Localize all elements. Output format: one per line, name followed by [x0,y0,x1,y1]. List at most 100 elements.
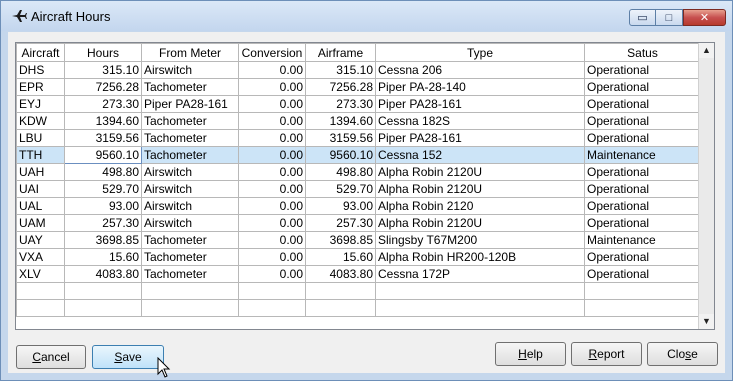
cell-type[interactable]: Piper PA28-161 [375,95,585,113]
aircraft-hours-grid[interactable]: Aircraft Hours From Meter Conversion Air… [15,42,715,330]
table-row[interactable]: TTH 9560.10 Tachometer 0.00 9560.10 Cessna 15… [16,146,701,164]
cell-type[interactable]: Cessna 182S [375,112,585,130]
column-header-conversion[interactable]: Conversion [238,43,306,62]
cell-airframe[interactable]: 7256.28 [305,78,376,96]
table-row[interactable]: EPR 7256.28 Tachometer 0.00 7256.28 Piper PA-… [16,78,701,96]
column-header-hours[interactable]: Hours [64,43,142,62]
cell-conversion[interactable]: 0.00 [238,78,306,96]
cell-aircraft[interactable]: XLV [16,265,65,283]
cell-type[interactable]: Alpha Robin 2120 [375,197,585,215]
cell-hours[interactable]: 498.80 [64,163,142,181]
table-row[interactable]: LBU 3159.56 Tachometer 0.00 3159.56 Piper PA2… [16,129,701,147]
column-header-status[interactable]: Satus [584,43,701,62]
cell-status[interactable]: Operational [584,180,701,198]
cell-aircraft[interactable]: DHS [16,61,65,79]
cell-hours[interactable]: 3698.85 [64,231,142,249]
empty-cell[interactable] [16,282,65,300]
minimize-button[interactable]: ▭ [629,9,656,26]
cell-status[interactable]: Operational [584,214,701,232]
empty-cell[interactable] [305,282,376,300]
column-header-from-meter[interactable]: From Meter [141,43,239,62]
maximize-button[interactable]: □ [656,9,683,26]
cell-conversion[interactable]: 0.00 [238,231,306,249]
cell-from-meter[interactable]: Tachometer [141,78,239,96]
cell-conversion[interactable]: 0.00 [238,61,306,79]
cell-hours[interactable]: 257.30 [64,214,142,232]
table-row[interactable]: EYJ 273.30 Piper PA28-161 0.00 273.30 Piper P… [16,95,701,113]
cell-type[interactable]: Cessna 152 [375,146,585,164]
cell-type[interactable]: Alpha Robin 2120U [375,180,585,198]
report-button[interactable]: Report [571,342,642,366]
cell-airframe[interactable]: 1394.60 [305,112,376,130]
vertical-scrollbar[interactable]: ▲ ▼ [698,43,714,329]
cell-from-meter[interactable]: Tachometer [141,265,239,283]
cell-from-meter[interactable]: Tachometer [141,112,239,130]
empty-cell[interactable] [584,282,701,300]
cell-airframe[interactable]: 15.60 [305,248,376,266]
cell-status[interactable]: Operational [584,95,701,113]
cell-from-meter[interactable]: Tachometer [141,129,239,147]
cell-status[interactable]: Maintenance [584,231,701,249]
cell-airframe[interactable]: 9560.10 [305,146,376,164]
table-row[interactable]: UAM 257.30 Airswitch 0.00 257.30 Alpha Robin … [16,214,701,232]
cell-from-meter[interactable]: Airswitch [141,214,239,232]
cell-conversion[interactable]: 0.00 [238,95,306,113]
cell-airframe[interactable]: 498.80 [305,163,376,181]
cell-status[interactable]: Operational [584,248,701,266]
cell-type[interactable]: Alpha Robin HR200-120B [375,248,585,266]
cell-aircraft[interactable]: UAL [16,197,65,215]
cell-from-meter[interactable]: Airswitch [141,197,239,215]
cell-hours[interactable]: 273.30 [64,95,142,113]
cell-hours[interactable]: 315.10 [64,61,142,79]
close-window-button[interactable]: ✕ [683,9,726,26]
cell-aircraft[interactable]: UAH [16,163,65,181]
cell-status[interactable]: Operational [584,61,701,79]
cell-aircraft[interactable]: LBU [16,129,65,147]
cell-airframe[interactable]: 529.70 [305,180,376,198]
cell-status[interactable]: Operational [584,78,701,96]
cell-from-meter[interactable]: Tachometer [141,146,239,164]
cell-status[interactable]: Operational [584,197,701,215]
cell-from-meter[interactable]: Piper PA28-161 [141,95,239,113]
cell-status[interactable]: Operational [584,112,701,130]
cell-status[interactable]: Operational [584,265,701,283]
cell-aircraft[interactable]: UAY [16,231,65,249]
cell-aircraft[interactable]: EPR [16,78,65,96]
cell-from-meter[interactable]: Airswitch [141,61,239,79]
table-row[interactable]: XLV 4083.80 Tachometer 0.00 4083.80 Cessna 17… [16,265,701,283]
cell-aircraft[interactable]: TTH [16,146,65,164]
empty-cell[interactable] [305,299,376,317]
cell-conversion[interactable]: 0.00 [238,248,306,266]
cell-airframe[interactable]: 93.00 [305,197,376,215]
cell-type[interactable]: Cessna 206 [375,61,585,79]
table-row[interactable]: DHS 315.10 Airswitch 0.00 315.10 Cessna 206 Op… [16,61,701,79]
cell-hours[interactable]: 529.70 [64,180,142,198]
cell-hours[interactable]: 15.60 [64,248,142,266]
cell-conversion[interactable]: 0.00 [238,197,306,215]
column-header-airframe[interactable]: Airframe [305,43,376,62]
cell-airframe[interactable]: 3698.85 [305,231,376,249]
cell-status[interactable]: Operational [584,129,701,147]
empty-cell[interactable] [238,299,306,317]
cell-aircraft[interactable]: UAM [16,214,65,232]
cell-type[interactable]: Cessna 172P [375,265,585,283]
cell-type[interactable]: Piper PA28-161 [375,129,585,147]
help-button[interactable]: Help [495,342,566,366]
cell-aircraft[interactable]: KDW [16,112,65,130]
cell-airframe[interactable]: 273.30 [305,95,376,113]
cell-airframe[interactable]: 3159.56 [305,129,376,147]
empty-cell[interactable] [584,299,701,317]
cancel-button[interactable]: Cancel [16,345,86,369]
empty-cell[interactable] [64,299,142,317]
close-button[interactable]: Close [647,342,718,366]
scroll-up-icon[interactable]: ▲ [699,43,714,58]
column-header-aircraft[interactable]: Aircraft [16,43,65,62]
cell-aircraft[interactable]: UAI [16,180,65,198]
cell-status[interactable]: Operational [584,163,701,181]
cell-conversion[interactable]: 0.00 [238,112,306,130]
cell-aircraft[interactable]: VXA [16,248,65,266]
table-row[interactable]: KDW 1394.60 Tachometer 0.00 1394.60 Cessna 18… [16,112,701,130]
cell-type[interactable]: Slingsby T67M200 [375,231,585,249]
cell-conversion[interactable]: 0.00 [238,163,306,181]
empty-cell[interactable] [375,299,585,317]
